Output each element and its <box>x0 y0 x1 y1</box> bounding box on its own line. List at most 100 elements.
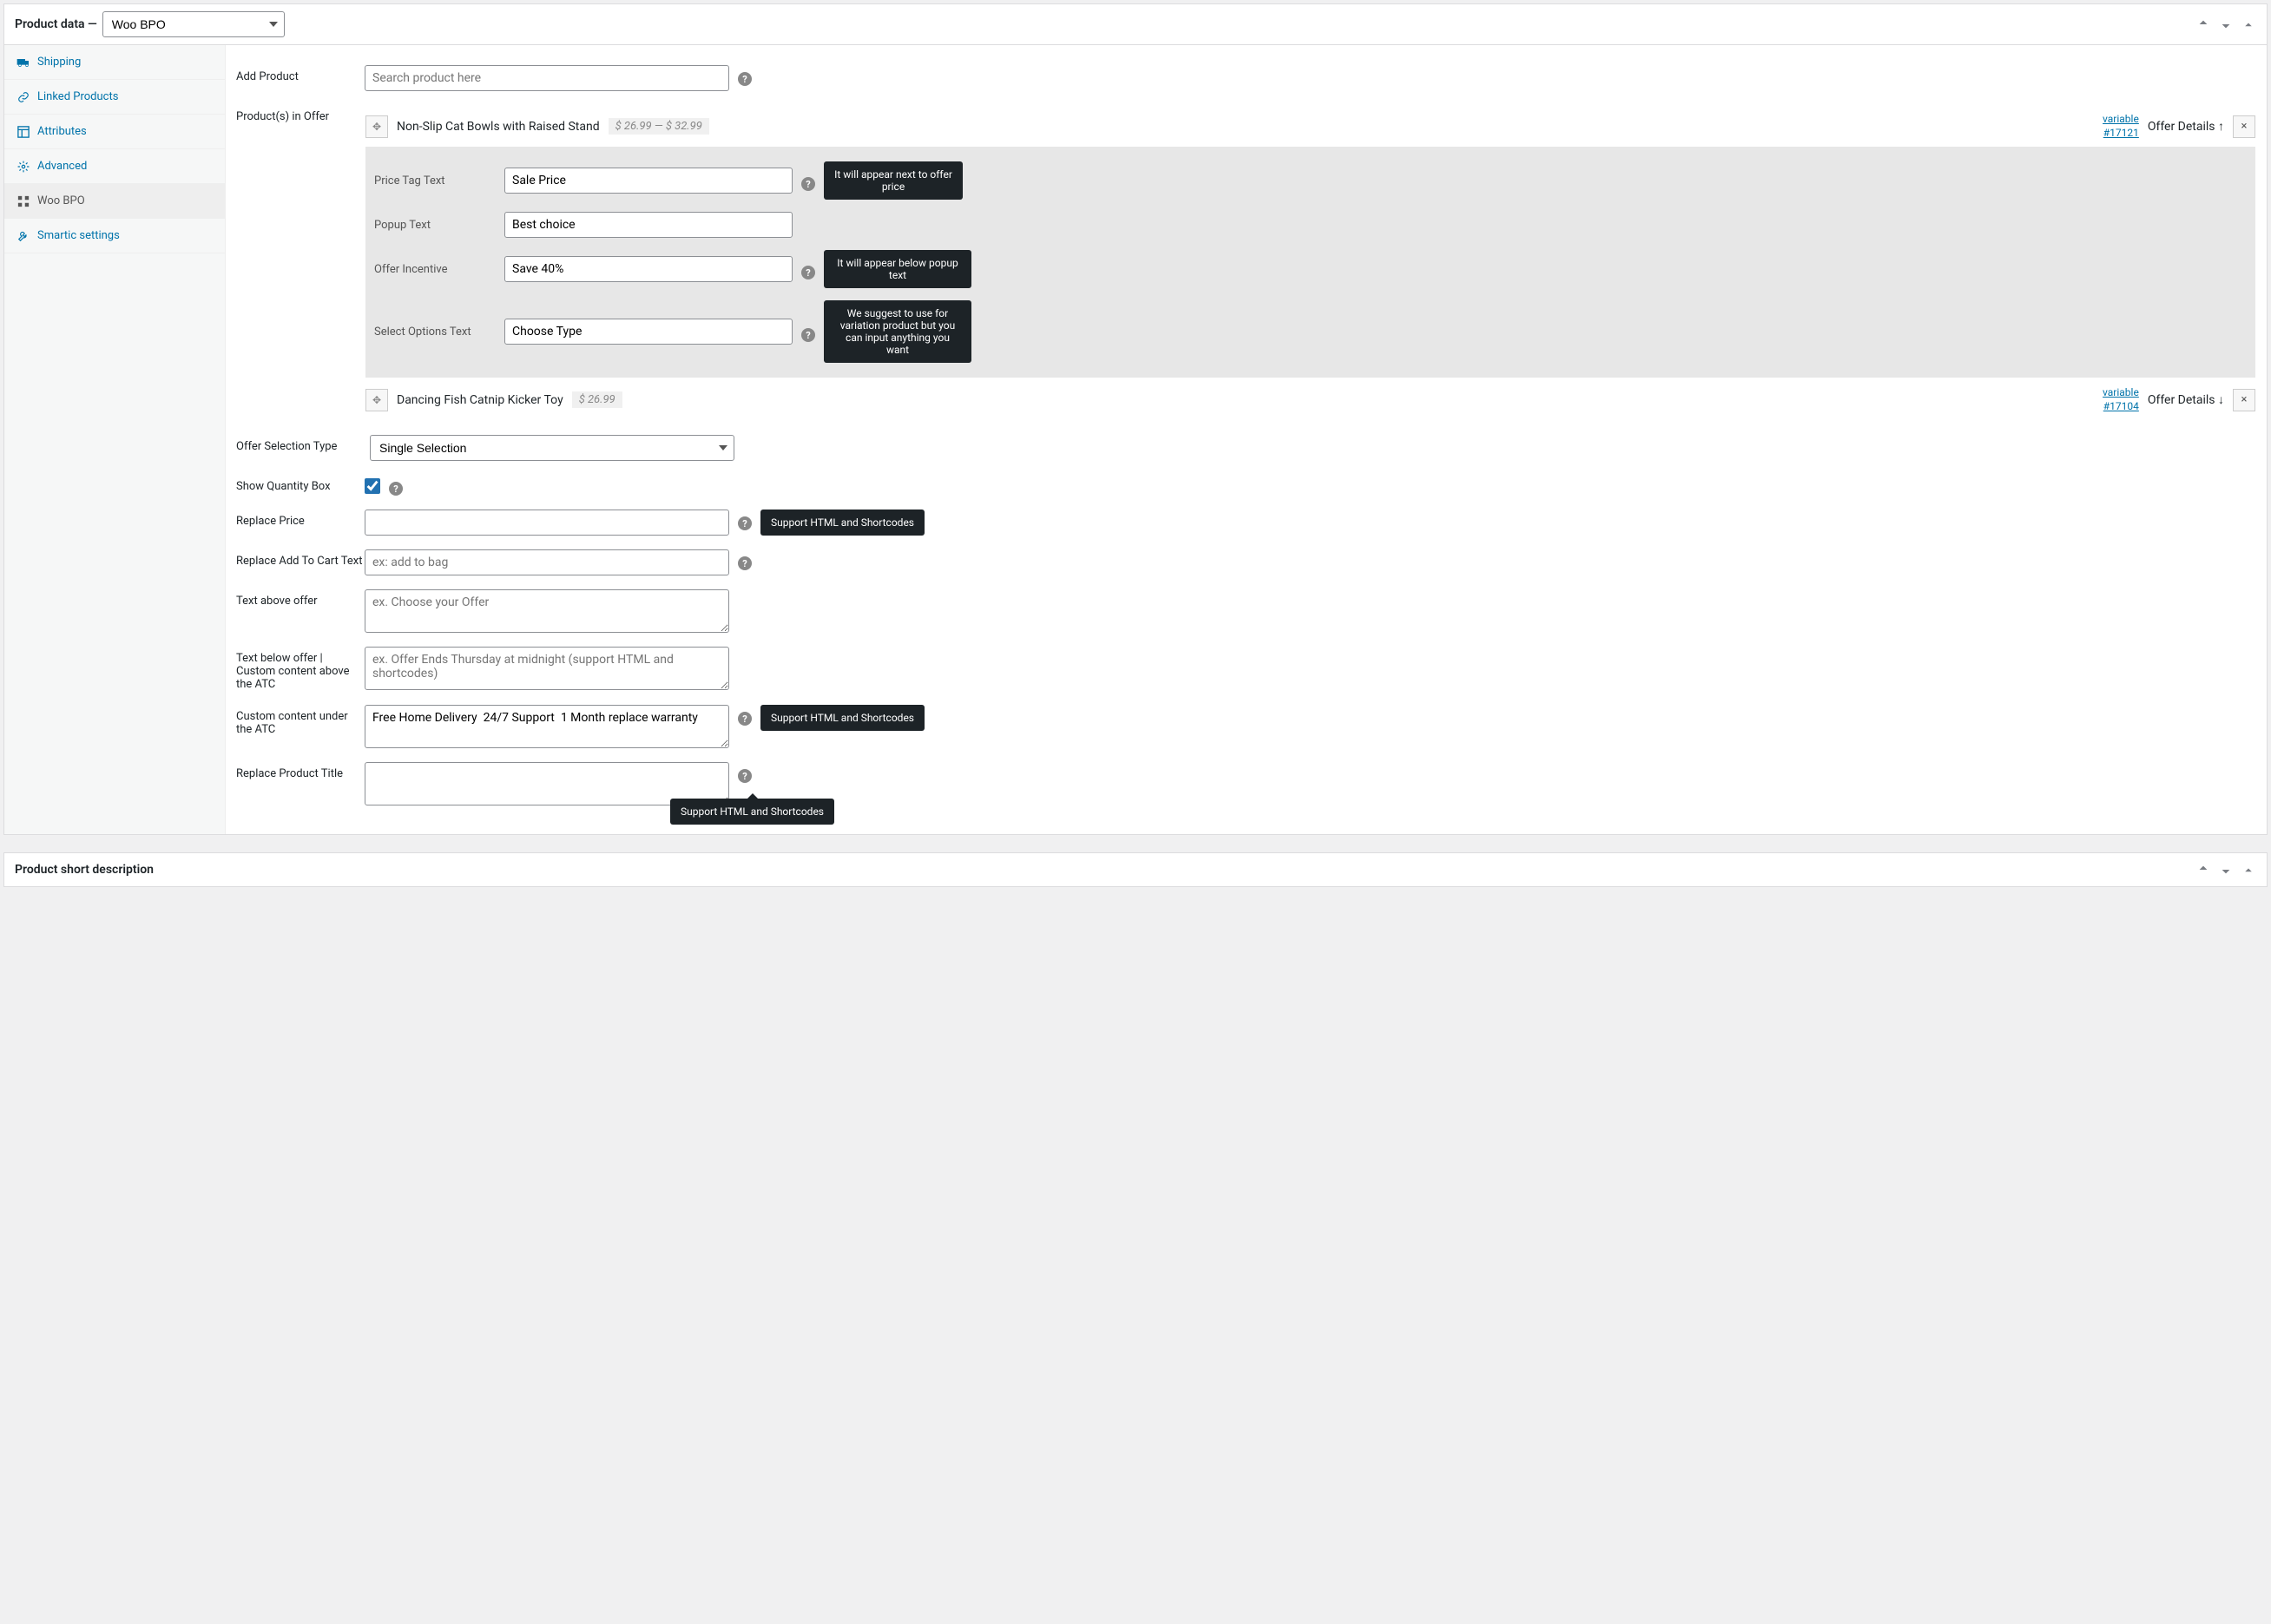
field-products-in-offer: Product(s) in Offer Non-Slip Cat Bowls w… <box>236 98 2256 428</box>
help-icon[interactable]: ? <box>738 769 752 783</box>
offer-details-toggle[interactable]: Offer Details ↑ <box>2148 119 2224 134</box>
help-icon[interactable]: ? <box>738 712 752 726</box>
drag-handle-icon[interactable] <box>365 115 388 138</box>
text-below-textarea[interactable] <box>365 647 729 690</box>
help-icon[interactable]: ? <box>738 556 752 570</box>
sidebar-item-woo-bpo[interactable]: Woo BPO <box>4 184 225 219</box>
label-replace-title: Replace Product Title <box>236 762 365 805</box>
field-replace-price: Replace Price ? Support HTML and Shortco… <box>236 503 2256 542</box>
drag-handle-icon[interactable] <box>365 389 388 411</box>
sidebar-item-shipping[interactable]: Shipping <box>4 45 225 80</box>
truck-icon <box>16 57 30 68</box>
detail-popup-text: Popup Text <box>374 206 2247 244</box>
remove-offer-button[interactable]: × <box>2233 389 2255 411</box>
show-quantity-checkbox[interactable] <box>365 478 380 494</box>
field-replace-atc-text: Replace Add To Cart Text ? <box>236 542 2256 582</box>
label-popup-text: Popup Text <box>374 219 496 232</box>
sidebar-item-advanced[interactable]: Advanced <box>4 149 225 184</box>
label-offer-incentive: Offer Incentive <box>374 263 496 276</box>
grid-icon <box>16 195 30 207</box>
price-tag-input[interactable] <box>504 168 793 194</box>
offer-details-toggle[interactable]: Offer Details ↓ <box>2148 392 2224 407</box>
short-desc-title: Product short description <box>15 863 154 877</box>
product-data-panel: Product data — Woo BPO Shi <box>3 3 2268 835</box>
popup-text-input[interactable] <box>504 212 793 238</box>
help-icon[interactable]: ? <box>738 516 752 530</box>
detail-select-options: Select Options Text ? We suggest to use … <box>374 294 2247 369</box>
tooltip-custom-under-atc: Support HTML and Shortcodes <box>760 705 925 731</box>
search-product-input[interactable] <box>365 65 729 91</box>
field-text-below-offer: Text below offer | Custom content above … <box>236 640 2256 698</box>
offer-header: Non-Slip Cat Bowls with Raised Stand $ 2… <box>365 106 2255 147</box>
tooltip-replace-title: Support HTML and Shortcodes <box>670 799 834 825</box>
offer-incentive-input[interactable] <box>504 256 793 282</box>
collapse-icon[interactable] <box>2241 16 2256 32</box>
field-add-product: Add Product ? <box>236 58 2256 98</box>
sidebar-item-attributes[interactable]: Attributes <box>4 115 225 149</box>
sidebar-item-linked-products[interactable]: Linked Products <box>4 80 225 115</box>
move-down-icon[interactable] <box>2218 862 2234 878</box>
label-show-quantity: Show Quantity Box <box>236 475 365 496</box>
wrench-icon <box>16 230 30 242</box>
tooltip-price-tag: It will appear next to offer price <box>824 161 963 200</box>
offer-title: Dancing Fish Catnip Kicker Toy <box>397 393 563 407</box>
field-custom-under-atc: Custom content under the ATC Free Home D… <box>236 698 2256 755</box>
sidebar-item-label: Woo BPO <box>37 194 85 207</box>
remove-offer-button[interactable]: × <box>2233 115 2255 138</box>
tooltip-offer-incentive: It will appear below popup text <box>824 250 971 288</box>
text-above-textarea[interactable] <box>365 589 729 633</box>
offer-variable-link[interactable]: variable#17104 <box>2103 386 2139 413</box>
sidebar-item-label: Linked Products <box>37 90 118 103</box>
label-custom-under-atc: Custom content under the ATC <box>236 705 365 748</box>
gear-icon <box>16 161 30 173</box>
offer-selection-select[interactable]: Single Selection <box>370 435 734 461</box>
custom-under-atc-textarea[interactable]: Free Home Delivery 24/7 Support 1 Month … <box>365 705 729 748</box>
main-content: Add Product ? Product(s) in Offer Non-Sl… <box>226 45 2267 834</box>
offer-selection-select-wrap[interactable]: Single Selection <box>370 435 734 461</box>
label-add-product: Add Product <box>236 65 365 91</box>
panel-header: Product data — Woo BPO <box>4 4 2267 45</box>
replace-atc-input[interactable] <box>365 549 729 575</box>
offer-item-1: Non-Slip Cat Bowls with Raised Stand $ 2… <box>365 105 2256 378</box>
field-show-quantity-box: Show Quantity Box ? <box>236 468 2256 503</box>
detail-offer-incentive: Offer Incentive ? It will appear below p… <box>374 244 2247 294</box>
product-type-select[interactable]: Woo BPO <box>102 11 285 37</box>
product-short-description-panel-header: Product short description <box>3 852 2268 887</box>
replace-price-input[interactable] <box>365 510 729 536</box>
offer-header: Dancing Fish Catnip Kicker Toy $ 26.99 v… <box>365 379 2255 420</box>
offer-details-panel: Price Tag Text ? It will appear next to … <box>365 147 2255 378</box>
label-replace-price: Replace Price <box>236 510 365 536</box>
help-icon[interactable]: ? <box>389 482 403 496</box>
sidebar-item-smartic-settings[interactable]: Smartic settings <box>4 219 225 253</box>
product-type-select-wrap[interactable]: Woo BPO <box>102 11 285 37</box>
sidebar-item-label: Advanced <box>37 160 87 173</box>
detail-price-tag: Price Tag Text ? It will appear next to … <box>374 155 2247 206</box>
panel-title: Product data — <box>15 17 97 31</box>
label-price-tag: Price Tag Text <box>374 174 496 187</box>
offer-title: Non-Slip Cat Bowls with Raised Stand <box>397 120 600 134</box>
link-icon <box>16 91 30 103</box>
label-text-above: Text above offer <box>236 589 365 633</box>
help-icon[interactable]: ? <box>738 72 752 86</box>
move-up-icon[interactable] <box>2195 16 2211 32</box>
sidebar-item-label: Attributes <box>37 125 87 138</box>
help-icon[interactable]: ? <box>801 266 815 279</box>
move-up-icon[interactable] <box>2195 862 2211 878</box>
field-replace-product-title: Replace Product Title ? Support HTML and… <box>236 755 2256 812</box>
select-options-input[interactable] <box>504 319 793 345</box>
offers-container: Non-Slip Cat Bowls with Raised Stand $ 2… <box>365 105 2256 421</box>
label-replace-atc: Replace Add To Cart Text <box>236 549 365 575</box>
help-icon[interactable]: ? <box>801 328 815 342</box>
field-text-above-offer: Text above offer <box>236 582 2256 640</box>
layout-icon <box>16 126 30 138</box>
offer-variable-link[interactable]: variable#17121 <box>2103 113 2139 140</box>
offer-price: $ 26.99 <box>572 391 622 408</box>
collapse-icon[interactable] <box>2241 862 2256 878</box>
label-text-below: Text below offer | Custom content above … <box>236 647 365 691</box>
move-down-icon[interactable] <box>2218 16 2234 32</box>
label-select-options: Select Options Text <box>374 325 496 339</box>
sidebar-item-label: Shipping <box>37 56 81 69</box>
help-icon[interactable]: ? <box>801 177 815 191</box>
panel-body: Shipping Linked Products Attributes Adva… <box>4 45 2267 834</box>
label-offer-selection-type: Offer Selection Type <box>236 435 365 461</box>
